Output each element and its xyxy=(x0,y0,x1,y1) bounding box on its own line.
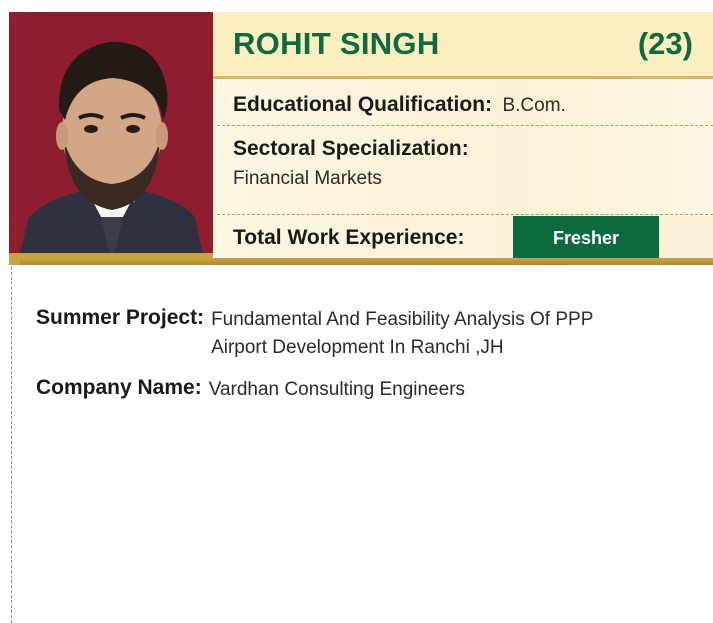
person-age: (23) xyxy=(637,26,693,61)
divider xyxy=(217,214,713,215)
person-portrait-image xyxy=(17,41,205,264)
specialization-value-row: Financial Markets xyxy=(233,168,382,190)
name-bar: ROHIT SINGH (23) xyxy=(213,12,713,79)
education-value: B.Com. xyxy=(502,95,566,116)
project-details: Summer Project: Fundamental And Feasibil… xyxy=(36,306,696,404)
left-dashed-guide xyxy=(11,222,12,623)
divider xyxy=(217,125,713,126)
specialization-label-row: Sectoral Specialization: xyxy=(233,137,469,161)
experience-badge-tail xyxy=(659,216,713,260)
summer-project-label: Summer Project: xyxy=(36,306,205,329)
experience-row: Total Work Experience: Fresher xyxy=(213,216,713,260)
profile-photo xyxy=(9,12,213,264)
company-value: Vardhan Consulting Engineers xyxy=(208,379,466,400)
profile-card: ROHIT SINGH (23) Educational Qualificati… xyxy=(9,8,713,266)
company-row: Company Name: Vardhan Consulting Enginee… xyxy=(36,376,696,404)
specialization-value: Financial Markets xyxy=(233,168,382,189)
company-label: Company Name: xyxy=(36,376,202,399)
card-gold-underline xyxy=(20,258,713,265)
person-name: ROHIT SINGH xyxy=(233,26,440,61)
summer-project-row: Summer Project: Fundamental And Feasibil… xyxy=(36,306,696,362)
education-row: Educational Qualification: B.Com. xyxy=(233,93,566,117)
experience-label: Total Work Experience: xyxy=(233,226,465,249)
experience-badge: Fresher xyxy=(513,216,659,260)
education-label: Educational Qualification: xyxy=(233,93,493,116)
specialization-label: Sectoral Specialization: xyxy=(233,137,469,160)
summer-project-value: Fundamental And Feasibility Analysis Of … xyxy=(211,309,594,358)
profile-info-panel: Educational Qualification: B.Com. Sector… xyxy=(213,79,713,266)
